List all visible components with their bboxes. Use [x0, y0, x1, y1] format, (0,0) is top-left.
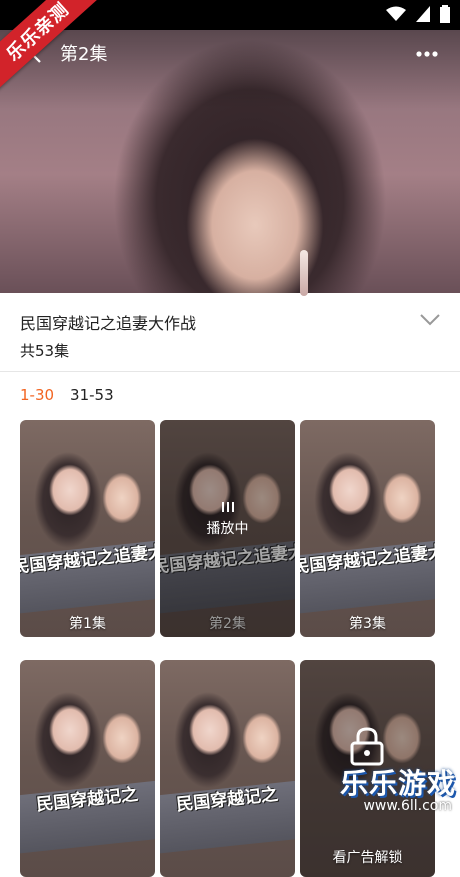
- player-title: 第2集: [60, 44, 108, 65]
- drama-info: 民国穿越记之追妻大作战 共53集: [0, 293, 460, 372]
- equalizer-icon: [160, 502, 295, 512]
- poster-title: 民国穿越记之: [20, 780, 155, 854]
- chevron-down-icon: [420, 314, 440, 326]
- episode-range-tabs: 1-30 31-53: [20, 386, 114, 404]
- episode-count: 共53集: [20, 342, 70, 360]
- expand-button[interactable]: [418, 309, 442, 329]
- range-tab-1-30[interactable]: 1-30: [20, 386, 54, 404]
- episode-label: 第3集: [349, 616, 386, 632]
- drama-title: 民国穿越记之追妻大作战: [20, 314, 197, 333]
- episode-label: 第2集: [209, 616, 246, 632]
- poster-title: 民国穿越记之: [160, 780, 295, 854]
- episode-label: 第1集: [69, 616, 106, 632]
- poster-title: 民国穿越记之追妻大作战: [20, 540, 155, 614]
- signal-icon: [416, 6, 430, 26]
- player-top-bar: 第2集: [0, 30, 460, 76]
- episode-card-1[interactable]: 民国穿越记之追妻大作战 第1集: [20, 420, 155, 637]
- episode-card-3[interactable]: 民国穿越记之追妻大作战 第3集: [300, 420, 435, 637]
- episode-card-2[interactable]: 民国穿越记之追妻大作战 播放中 第2集: [160, 420, 295, 637]
- episode-card-5[interactable]: 民国穿越记之: [160, 660, 295, 877]
- battery-icon: [440, 5, 450, 27]
- more-dots-icon: [416, 51, 438, 57]
- more-button[interactable]: [414, 44, 440, 64]
- episode-card-4[interactable]: 民国穿越记之: [20, 660, 155, 877]
- unlock-label: 看广告解锁: [332, 850, 403, 866]
- watermark: 乐乐游戏 www.6ll.com: [340, 762, 456, 814]
- watermark-title: 乐乐游戏: [339, 767, 456, 800]
- playing-indicator: 播放中: [160, 502, 295, 538]
- playing-text: 播放中: [206, 521, 249, 537]
- poster-title: 民国穿越记之追妻大作战: [300, 540, 435, 614]
- range-tab-31-53[interactable]: 31-53: [70, 386, 114, 404]
- video-frame-detail: [300, 250, 308, 296]
- wifi-icon: [386, 6, 406, 26]
